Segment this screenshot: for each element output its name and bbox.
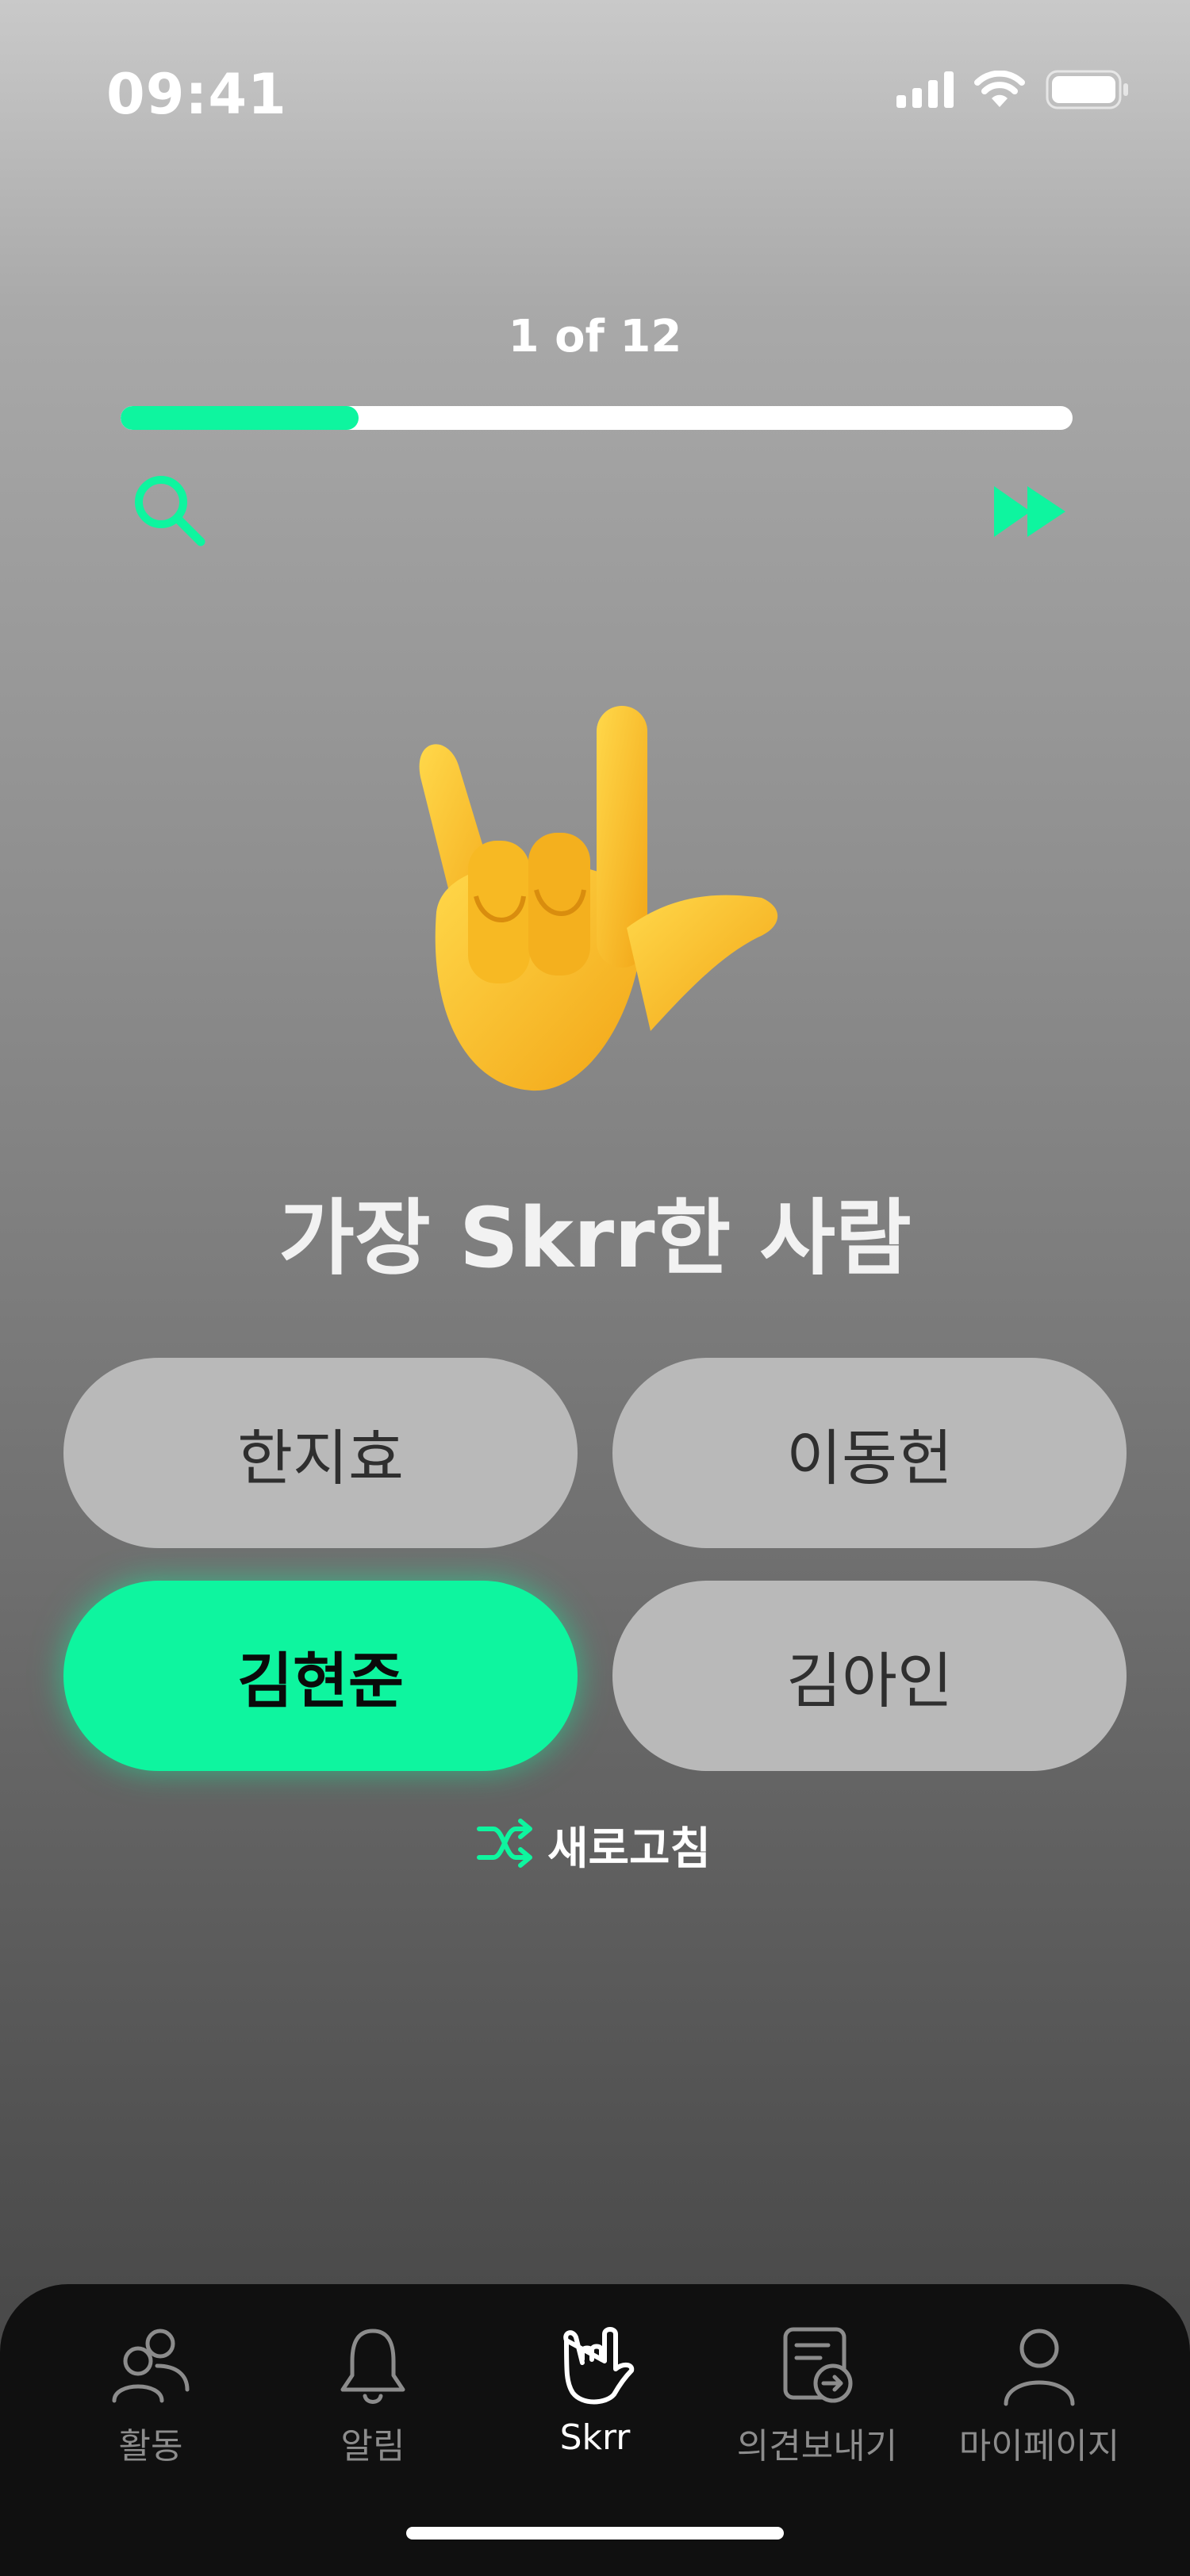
status-bar: 09:41 xyxy=(0,0,1190,190)
status-time: 09:41 xyxy=(106,62,287,127)
shuffle-icon xyxy=(476,1818,533,1872)
love-you-gesture-emoji xyxy=(389,690,801,1102)
search-button[interactable] xyxy=(127,470,214,557)
tab-label: 활동 xyxy=(118,2426,183,2467)
option-button[interactable]: 한지효 xyxy=(63,1358,578,1548)
fast-forward-icon xyxy=(991,480,1070,546)
tab-label: Skrr xyxy=(559,2417,631,2458)
progress-fill xyxy=(121,406,359,430)
progress-bar xyxy=(121,406,1073,430)
battery-icon xyxy=(1046,70,1130,113)
tab-feedback[interactable]: 의견보내기 xyxy=(706,2322,928,2481)
tab-activity[interactable]: 활동 xyxy=(40,2322,262,2481)
wifi-icon xyxy=(974,70,1025,112)
refresh-button[interactable]: 새로고침 xyxy=(476,1813,711,1876)
tab-skrr[interactable]: Skrr xyxy=(484,2322,706,2481)
tab-bar: 활동 알림 Skrr 의견보내기 마이페이지 xyxy=(0,2284,1190,2576)
skip-button[interactable] xyxy=(979,470,1082,557)
status-icons xyxy=(896,70,1130,113)
rock-hand-icon xyxy=(551,2322,639,2409)
bell-icon xyxy=(329,2322,416,2409)
tab-label: 의견보내기 xyxy=(736,2426,898,2467)
home-indicator xyxy=(406,2527,784,2540)
option-button[interactable]: 김현준 xyxy=(63,1581,578,1771)
progress-label: 1 of 12 xyxy=(508,311,682,362)
tab-label: 마이페이지 xyxy=(958,2426,1120,2467)
tab-notifications[interactable]: 알림 xyxy=(262,2322,484,2481)
option-button[interactable]: 이동헌 xyxy=(612,1358,1127,1548)
question-title: 가장 Skrr한 사람 xyxy=(278,1190,912,1286)
feedback-document-icon xyxy=(774,2322,861,2409)
option-button[interactable]: 김아인 xyxy=(612,1581,1127,1771)
cellular-signal-icon xyxy=(896,71,954,111)
tab-mypage[interactable]: 마이페이지 xyxy=(928,2322,1150,2481)
refresh-label: 새로고침 xyxy=(547,1823,712,1875)
people-icon xyxy=(107,2322,194,2409)
search-icon xyxy=(131,472,210,554)
person-icon xyxy=(996,2322,1083,2409)
tab-label: 알림 xyxy=(340,2426,405,2467)
